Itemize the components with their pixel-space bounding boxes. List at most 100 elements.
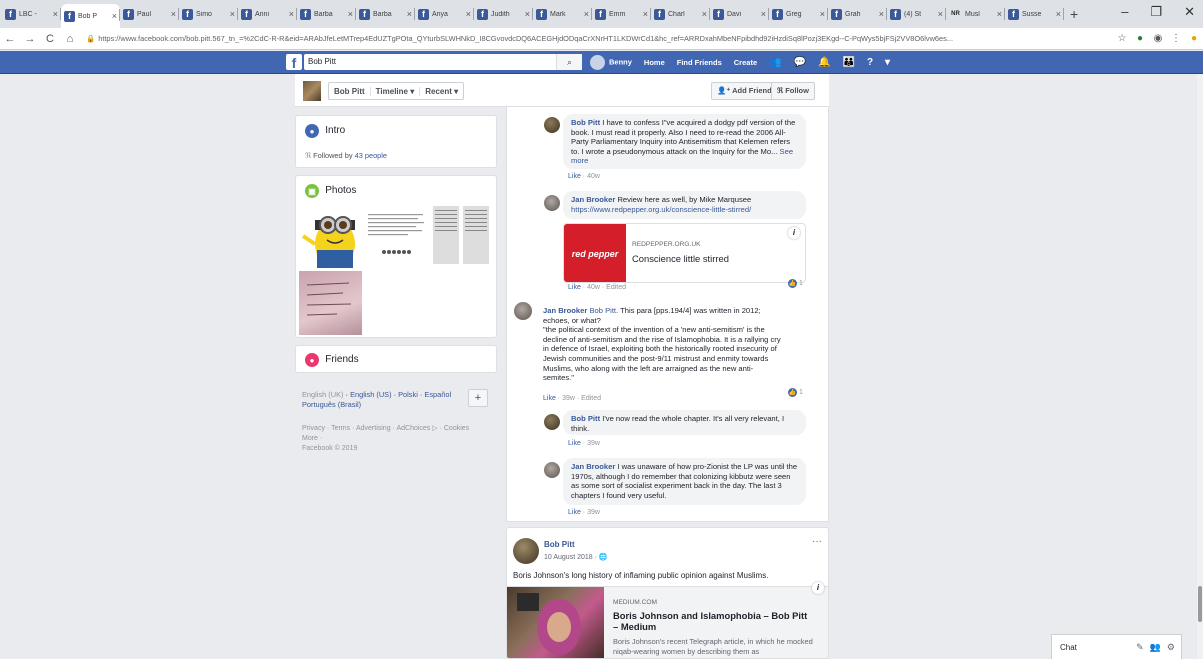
chat-bar[interactable]: Chat ✎ 👥 ⚙: [1051, 634, 1182, 659]
close-window-icon[interactable]: ✕: [1184, 4, 1195, 20]
comment-link[interactable]: https://www.redpepper.org.uk/conscience-…: [571, 205, 751, 214]
facebook-logo-icon[interactable]: f: [286, 54, 302, 71]
scrollbar[interactable]: [1197, 74, 1203, 659]
new-tab-icon[interactable]: +: [1070, 6, 1078, 22]
profile-icon[interactable]: ◉: [1149, 33, 1167, 44]
add-friend-button[interactable]: 👤⁺ Add Friend: [711, 82, 778, 100]
comment-author[interactable]: Jan Brooker: [543, 306, 587, 315]
mention-link[interactable]: Bob Pitt: [589, 306, 616, 315]
account-menu-icon[interactable]: ▾: [885, 57, 890, 68]
like-link[interactable]: Like: [543, 395, 556, 402]
avatar[interactable]: [513, 538, 539, 564]
avatar[interactable]: [544, 462, 560, 478]
friend-requests-icon[interactable]: 👥: [769, 57, 781, 68]
like-link[interactable]: Like: [568, 440, 581, 447]
avatar[interactable]: [544, 117, 560, 133]
nav-profile[interactable]: Benny: [590, 55, 632, 70]
browser-tab[interactable]: f Judith ×: [474, 3, 533, 25]
tab-close-icon[interactable]: ×: [171, 9, 176, 19]
followers-link[interactable]: 43 people: [355, 151, 387, 160]
tab-close-icon[interactable]: ×: [879, 9, 884, 19]
tab-close-icon[interactable]: ×: [525, 9, 530, 19]
browser-tab[interactable]: f LBC - ×: [2, 3, 61, 25]
new-message-icon[interactable]: ✎: [1136, 642, 1144, 653]
tab-close-icon[interactable]: ×: [466, 9, 471, 19]
tab-close-icon[interactable]: ×: [53, 9, 58, 19]
comment-author[interactable]: Bob Pitt: [571, 118, 600, 127]
lang-option[interactable]: Polski: [398, 390, 418, 399]
post-author[interactable]: Bob Pitt: [544, 540, 575, 549]
browser-tab[interactable]: f Charl ×: [651, 3, 710, 25]
reload-icon[interactable]: C: [40, 33, 60, 45]
photo-thumbnail[interactable]: [299, 271, 362, 335]
browser-tab[interactable]: f Anni ×: [238, 3, 297, 25]
star-icon[interactable]: ☆: [1113, 33, 1131, 44]
post-options-icon[interactable]: ···: [812, 536, 822, 547]
like-link[interactable]: Like: [568, 173, 581, 180]
recent-dropdown[interactable]: Recent ▾: [420, 87, 463, 96]
browser-tab[interactable]: f Mark ×: [533, 3, 592, 25]
tab-close-icon[interactable]: ×: [112, 11, 117, 21]
browser-tab[interactable]: f Anya ×: [415, 3, 474, 25]
avatar[interactable]: [544, 414, 560, 430]
comment-author[interactable]: Jan Brooker: [571, 195, 615, 204]
tab-close-icon[interactable]: ×: [230, 9, 235, 19]
nav-create[interactable]: Create: [734, 58, 757, 67]
lang-option[interactable]: Español: [424, 390, 451, 399]
tab-close-icon[interactable]: ×: [289, 9, 294, 19]
browser-tab[interactable]: f Greg ×: [769, 3, 828, 25]
notification-icon[interactable]: ●: [1185, 33, 1203, 44]
back-icon[interactable]: ←: [0, 33, 20, 45]
info-icon[interactable]: i: [788, 227, 800, 239]
minimize-icon[interactable]: –: [1121, 4, 1128, 20]
comment-author[interactable]: Jan Brooker: [571, 462, 615, 471]
add-language-button[interactable]: +: [468, 389, 488, 407]
footer-link[interactable]: AdChoices: [396, 425, 430, 432]
tab-close-icon[interactable]: ×: [584, 9, 589, 19]
tab-close-icon[interactable]: ×: [761, 9, 766, 19]
create-group-icon[interactable]: 👥: [1150, 642, 1161, 653]
browser-tab[interactable]: NR Musl ×: [946, 3, 1005, 25]
reaction-count[interactable]: 👍 1: [788, 279, 803, 288]
footer-link[interactable]: Terms: [331, 425, 350, 432]
tab-close-icon[interactable]: ×: [702, 9, 707, 19]
tab-close-icon[interactable]: ×: [348, 9, 353, 19]
browser-tab[interactable]: f Barba ×: [356, 3, 415, 25]
tab-close-icon[interactable]: ×: [643, 9, 648, 19]
browser-tab[interactable]: f Grah ×: [828, 3, 887, 25]
profile-name-link[interactable]: Bob Pitt: [329, 86, 371, 96]
post-date[interactable]: 10 August 2018 · 🌐: [544, 553, 608, 561]
extension-icon[interactable]: ●: [1131, 33, 1149, 44]
photo-thumbnail[interactable]: [299, 200, 364, 268]
browser-tab[interactable]: f Emm ×: [592, 3, 651, 25]
profile-thumbnail[interactable]: [303, 81, 321, 101]
tab-close-icon[interactable]: ×: [1056, 9, 1061, 19]
avatar[interactable]: [514, 302, 532, 320]
photo-thumbnail[interactable]: [430, 200, 493, 268]
scrollbar-thumb[interactable]: [1198, 586, 1202, 622]
nav-find-friends[interactable]: Find Friends: [677, 58, 722, 67]
browser-tab[interactable]: f Susse ×: [1005, 3, 1064, 25]
tab-close-icon[interactable]: ×: [938, 9, 943, 19]
footer-link[interactable]: Cookies: [444, 425, 469, 432]
quick-help-people-icon[interactable]: 👪: [842, 57, 854, 68]
menu-dots-icon[interactable]: ⋮: [1167, 33, 1185, 44]
help-icon[interactable]: ?: [867, 57, 873, 68]
browser-tab[interactable]: f Davi ×: [710, 3, 769, 25]
nav-home[interactable]: Home: [644, 58, 665, 67]
info-icon[interactable]: i: [812, 582, 824, 594]
tab-close-icon[interactable]: ×: [820, 9, 825, 19]
like-link[interactable]: Like: [568, 509, 581, 516]
messenger-icon[interactable]: 💬: [794, 57, 806, 68]
browser-tab[interactable]: f Barba ×: [297, 3, 356, 25]
browser-tab[interactable]: f Simo ×: [179, 3, 238, 25]
timeline-dropdown[interactable]: Timeline ▾: [371, 86, 421, 96]
tab-close-icon[interactable]: ×: [997, 9, 1002, 19]
avatar[interactable]: [544, 195, 560, 211]
post-link-preview[interactable]: MEDIUM.COM Boris Johnson and Islamophobi…: [507, 582, 828, 658]
forward-icon[interactable]: →: [20, 33, 40, 45]
reaction-count[interactable]: 👍 1: [788, 388, 803, 397]
home-icon[interactable]: ⌂: [60, 33, 80, 45]
notifications-icon[interactable]: 🔔: [818, 57, 830, 68]
chat-settings-icon[interactable]: ⚙: [1167, 642, 1175, 653]
